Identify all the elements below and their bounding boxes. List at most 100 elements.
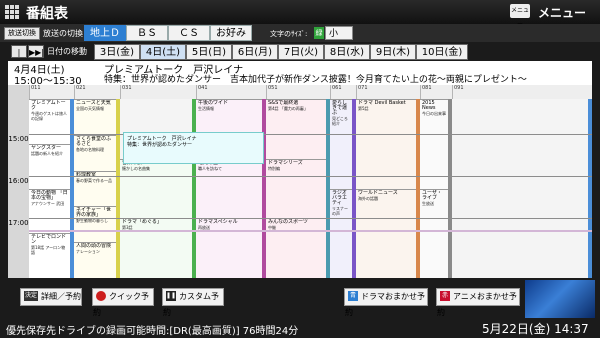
program-cell-title: プレミアムトーク	[31, 100, 66, 111]
hour-line	[29, 134, 592, 135]
time-label: 16:00	[8, 177, 29, 185]
pause-icon: ❚❚	[166, 290, 177, 301]
date-tab[interactable]: 8日(水)	[324, 44, 370, 60]
custom-reserve-button[interactable]: ❚❚ カスタム予約	[162, 288, 224, 317]
program-cell[interactable]: みんなのスポーツ 中継	[266, 218, 326, 278]
selected-program-cell[interactable]: プレミアムトーク 戸沢レイナ 特集：世界が認めたダンサー	[123, 132, 264, 164]
date-tab[interactable]: 9日(木)	[370, 44, 416, 60]
program-cell-text: 全国の天気情報	[76, 106, 104, 111]
grid-icon	[4, 4, 20, 20]
program-cell-title: ネイチャー「世界の家族」	[76, 207, 111, 219]
date-tab[interactable]: 10日(金)	[416, 44, 468, 60]
program-cell-title: ラジオバラエティ	[332, 189, 348, 206]
green-key-icon: 緑	[314, 27, 324, 39]
tab-cs[interactable]: ＣＳ	[168, 25, 210, 41]
quick-reserve-button[interactable]: クイック予約	[92, 288, 154, 317]
program-cell[interactable]: ヤングスター 話題の新人を紹介	[29, 143, 70, 189]
program-cell-text: 懐かしの名曲集	[122, 165, 150, 171]
next-week-icon[interactable]: ▶▶|	[28, 45, 44, 58]
channel-name: 011	[29, 85, 74, 99]
channel-name: 051	[266, 85, 330, 99]
program-cell[interactable]: 人間の頭の冒険 ナレーション	[74, 242, 116, 278]
program-cell[interactable]: 地元の匠職人を訪ねて	[196, 158, 262, 219]
broadcast-switch-button[interactable]: 放送切換	[4, 27, 40, 40]
program-cell-text: 話題の新人を紹介	[31, 150, 63, 156]
program-cell-title: ユーザ・ライブ	[422, 189, 442, 201]
program-cell[interactable]: 今日の動物 「日本の宝物」 アナウンサー 武田	[29, 188, 70, 234]
program-cell[interactable]: S&Sで最終選 第4話 「魔力の再審」	[266, 99, 326, 159]
program-cell-text: 第4話 「魔力の再審」	[268, 106, 308, 111]
red-key-icon: 赤	[440, 290, 450, 301]
program-cell-text: アナウンサー 武田	[31, 200, 65, 206]
channel-name: 041	[196, 85, 266, 99]
detail-reserve-label: 詳細／予約	[41, 292, 81, 301]
page-title: 番組表	[26, 6, 68, 22]
program-cell-text: 今週のゲストは旅人の記録	[31, 111, 67, 121]
program-cell[interactable]: ドラマスペシャル 再放送	[196, 218, 262, 278]
clock: 5月22日(金) 14:37	[482, 322, 589, 336]
time-label: 17:00	[8, 219, 29, 227]
program-cell-text: 春の野菜で作る一品	[76, 177, 112, 183]
channel-name: 081	[420, 85, 452, 99]
program-cell[interactable]: ユーザ・ライブ 生放送	[420, 188, 448, 278]
tab-terrestrial[interactable]: 地上Ｄ	[84, 25, 126, 41]
tab-bs[interactable]: ＢＳ	[126, 25, 168, 41]
date-tab[interactable]: 5日(日)	[186, 44, 232, 60]
drama-auto-reserve-button[interactable]: 青ドラマおまかせ予約	[344, 288, 428, 317]
program-cell-text: 生活情報	[198, 106, 214, 111]
program-cell-text: リスナーの声	[332, 205, 348, 216]
program-cell-text: 生放送	[422, 200, 434, 206]
program-cell-text: 野生動物の暮らし	[76, 218, 108, 224]
date-tab[interactable]: 7日(火)	[278, 44, 324, 60]
date-tab[interactable]: 6日(月)	[232, 44, 278, 60]
program-cell-title: 2015 News	[422, 100, 436, 111]
prev-week-icon[interactable]: |◀◀	[11, 45, 27, 70]
time-axis: 15:00 16:00 17:00	[8, 85, 29, 278]
font-size-select[interactable]: 小	[325, 26, 353, 40]
menu-label[interactable]: メニュー	[538, 4, 586, 21]
program-cell[interactable]: プレミアムトーク 今週のゲストは旅人の記録	[29, 99, 70, 144]
broadcast-switch-label: 放送の切換	[43, 29, 83, 38]
selected-program-text: 特集：世界が認めたダンサー	[127, 142, 193, 148]
program-cell[interactable]: さくら食堂のふるさと 各地の名物料理	[74, 134, 116, 171]
program-cell[interactable]: ワールドニュース 海外の話題	[356, 188, 416, 278]
current-time-line	[29, 230, 592, 232]
channel-name: 021	[74, 85, 120, 99]
font-size-label: 文字のｻｲｽﾞ:	[270, 30, 308, 38]
program-cell-title: 愛らしきで運ぶ	[332, 100, 348, 116]
tab-favorites[interactable]: お好み	[210, 25, 252, 41]
program-cell-title: 今日の動物 「日本の宝物」	[31, 189, 68, 201]
blue-key-icon: 青	[348, 290, 358, 301]
hour-line	[29, 218, 592, 219]
channel-name: 071	[356, 85, 420, 99]
program-cell-text: ナレーション	[76, 249, 100, 255]
program-cell-text: 各地の名物料理	[76, 146, 104, 152]
hour-line	[29, 176, 592, 177]
time-label: 15:00	[8, 135, 29, 143]
detail-reserve-button[interactable]: 決定 詳細／予約	[20, 288, 82, 306]
preview-thumbnail	[525, 280, 595, 318]
menu-key-icon[interactable]: メニュー	[510, 4, 530, 28]
program-cell-text: 海外の話題	[358, 195, 378, 201]
anime-auto-reserve-button[interactable]: 赤アニメおまかせ予約	[436, 288, 520, 317]
program-cell[interactable]: ネイチャー「世界の家族」 野生動物の暮らし	[74, 206, 116, 243]
genre-stripe	[588, 99, 592, 278]
program-cell-text: 特別編	[268, 165, 280, 171]
program-cell-text: 職人を訪ねて	[198, 165, 222, 171]
program-cell-text: 見どころ紹介	[332, 116, 348, 126]
program-description: 特集：世界が認めたダンサー 吉本加代子が新作ダンス披露！今月育てたい上の花〜両親…	[104, 75, 527, 85]
program-cell[interactable]: 音楽の旅懐かしの名曲集	[120, 158, 192, 219]
program-cell[interactable]: ドラマシリーズ 特別編	[266, 158, 326, 219]
storage-status: 優先保存先ドライブの録画可能時間:[DR(最高画質)] 76時間24分	[6, 326, 299, 337]
program-cell-title: さくら食堂のふるさと	[76, 135, 112, 147]
program-cell-title: みんなのスポーツ	[268, 219, 308, 226]
program-cell[interactable]: ドラマ「めぐる」 第3話	[120, 218, 192, 278]
program-cell-text: 今日の出来事	[422, 111, 446, 116]
program-cell[interactable]: ラジオバラエティ リスナーの声	[330, 188, 352, 278]
channel-name: 061	[330, 85, 356, 99]
program-cell[interactable]: ニュースと天気 全国の天気情報	[74, 99, 116, 135]
date-tab[interactable]: 3日(金)	[94, 44, 140, 60]
date-tab[interactable]: 4日(土)	[140, 44, 186, 60]
program-cell[interactable]: テレビでロンドン 第18話 アーロン物語	[29, 233, 70, 278]
enter-key-icon: 決定	[24, 290, 38, 301]
